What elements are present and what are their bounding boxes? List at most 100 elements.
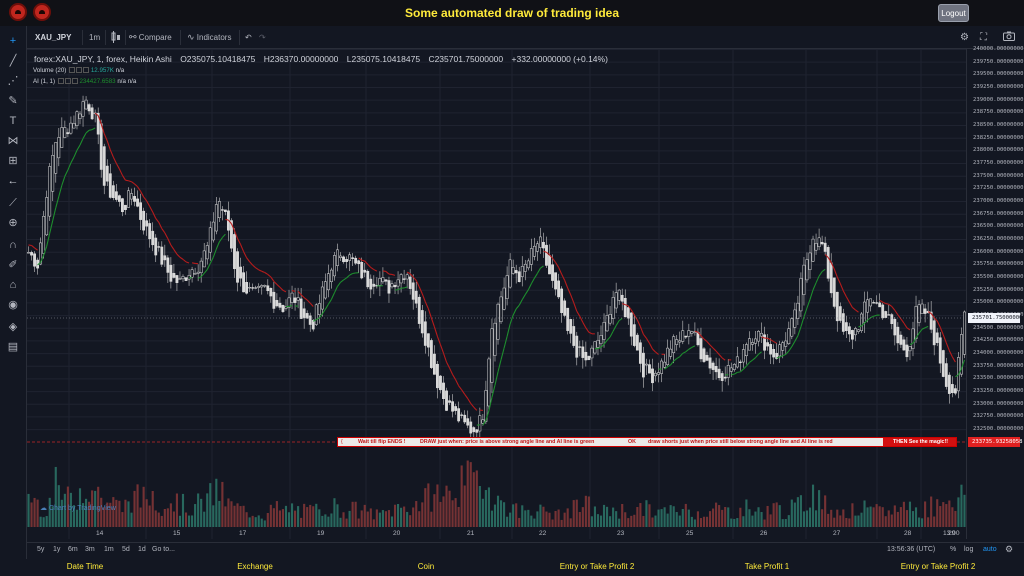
zoom-in-icon[interactable]: ⊕ — [6, 216, 20, 230]
brush-icon[interactable]: ✎ — [6, 94, 20, 108]
crosshair-icon[interactable]: + — [6, 34, 20, 48]
volume-bar — [663, 507, 666, 527]
ai-line-segment — [397, 287, 402, 291]
range-1y[interactable]: 1y — [53, 546, 60, 553]
candle-body — [166, 257, 170, 273]
candle-body — [811, 238, 815, 262]
back-arrow-icon[interactable]: ← — [6, 174, 20, 188]
interval-button[interactable]: 1m — [89, 31, 100, 44]
legend-settings-icon[interactable] — [64, 78, 71, 85]
layers-icon[interactable]: ◈ — [6, 320, 20, 334]
indicators-button[interactable]: ∿ Indicators — [187, 31, 231, 44]
volume-bar — [890, 514, 893, 527]
footer-item[interactable]: Date Time — [0, 562, 170, 571]
range-5y[interactable]: 5y — [37, 546, 44, 553]
candle-body — [90, 107, 94, 120]
ai-line-segment — [821, 268, 826, 273]
symbol-search[interactable]: XAU_JPY — [35, 31, 71, 44]
magnet-icon[interactable]: ∩ — [6, 238, 20, 252]
volume-bar — [248, 517, 251, 527]
log-toggle[interactable]: log — [964, 546, 973, 553]
legend-settings-icon[interactable] — [76, 67, 83, 74]
candle-body — [84, 99, 88, 110]
volume-bar — [336, 504, 339, 527]
volume-bar — [278, 510, 281, 527]
candle-body — [81, 101, 85, 117]
candle-body — [260, 285, 264, 288]
legend-visibility-icon[interactable] — [57, 78, 64, 85]
volume-bar — [263, 520, 266, 527]
fib-tool-icon[interactable]: ⋰ — [6, 74, 20, 88]
watermark-text: Chart by TradingView — [48, 505, 116, 512]
footer-item[interactable]: Entry or Take Profit 2 — [853, 562, 1023, 571]
compare-button[interactable]: ⚯ Compare — [129, 31, 172, 44]
footer-item[interactable]: Take Profit 1 — [682, 562, 852, 571]
footer-item[interactable]: Entry or Take Profit 2 — [512, 562, 682, 571]
chart-style-icon[interactable] — [111, 31, 121, 44]
legend-visibility-icon[interactable] — [69, 67, 76, 74]
ai-line-segment — [473, 406, 478, 411]
goto-button[interactable]: Go to... — [152, 546, 175, 553]
footer-item[interactable]: Coin — [341, 562, 511, 571]
volume-bar — [857, 515, 860, 527]
volume-bar — [163, 509, 166, 527]
prediction-tool-icon[interactable]: ⊞ — [6, 154, 20, 168]
range-3m[interactable]: 3m — [85, 546, 95, 553]
legend-close-icon[interactable] — [71, 78, 78, 85]
see-magic-button[interactable]: THEN See the magic!! — [883, 438, 956, 446]
volume-bar — [581, 507, 584, 527]
range-1m[interactable]: 1m — [104, 546, 114, 553]
range-6m[interactable]: 6m — [68, 546, 78, 553]
indicators-icon: ∿ — [187, 32, 195, 42]
ai-line-segment — [618, 317, 623, 321]
undo-icon[interactable]: ↶ — [245, 31, 252, 44]
price-axis[interactable]: 240000.00000000 239750.00000000 239500.000… — [966, 46, 1024, 539]
candle-body — [820, 242, 824, 245]
axis-settings-gear-icon[interactable]: ⚙ — [1005, 544, 1013, 555]
ai-line-segment — [648, 343, 653, 350]
settings-gear-icon[interactable]: ⚙ — [960, 31, 969, 44]
range-1d[interactable]: 1d — [138, 546, 146, 553]
legend-title[interactable]: forex:XAU_JPY, 1, forex, Heikin Ashi — [34, 54, 172, 64]
time-tick: 21 — [467, 530, 475, 537]
time-axis[interactable]: 14 15 17 19 20 21 22 23 25 26 27 28 29 13:00 — [27, 527, 966, 541]
utc-clock[interactable]: 13:56:36 (UTC) — [887, 546, 935, 553]
text-tool-icon[interactable]: T — [6, 114, 20, 128]
volume-bar — [833, 517, 836, 527]
ai-line-segment — [642, 333, 647, 339]
percent-toggle[interactable]: % — [950, 546, 956, 553]
redo-icon[interactable]: ↷ — [259, 31, 266, 44]
time-tick: 26 — [760, 530, 768, 537]
range-5d[interactable]: 5d — [122, 546, 130, 553]
volume-bar — [799, 495, 802, 527]
candle-body — [496, 303, 500, 340]
trash-icon[interactable]: ▤ — [6, 340, 20, 354]
volume-bar — [845, 517, 848, 527]
ai-line-segment — [885, 303, 889, 305]
fullscreen-icon[interactable]: ⛶ — [980, 31, 987, 44]
volume-bar — [615, 511, 618, 527]
auto-toggle[interactable]: auto — [983, 546, 997, 553]
pattern-tool-icon[interactable]: ⋈ — [6, 134, 20, 148]
ai-line-segment — [70, 156, 75, 164]
ruler-icon[interactable]: ⟋ — [6, 196, 20, 210]
lock-icon[interactable]: ⌂ — [6, 278, 20, 292]
ai-line-segment — [125, 179, 129, 182]
ai-legend-label[interactable]: AI (1, 1) — [33, 78, 55, 85]
footer-item[interactable]: Exchange — [170, 562, 340, 571]
volume-bar — [127, 501, 130, 527]
camera-icon[interactable] — [1003, 31, 1015, 44]
volume-bar — [645, 500, 648, 527]
price-chart[interactable] — [27, 49, 966, 539]
tradingview-watermark[interactable]: ☁ Chart by TradingView — [40, 504, 116, 512]
lock-draw-icon[interactable]: ✐ — [6, 258, 20, 272]
candle-body — [708, 357, 712, 369]
logout-button[interactable]: Logout — [938, 4, 969, 22]
volume-bar — [827, 513, 830, 527]
volume-legend-label[interactable]: Volume (20) — [33, 67, 66, 74]
candle-body — [175, 275, 179, 283]
legend-close-icon[interactable] — [83, 67, 90, 74]
trend-line-icon[interactable]: ╱ — [6, 54, 20, 68]
visibility-eye-icon[interactable]: ◉ — [6, 298, 20, 312]
volume-bar — [957, 497, 960, 527]
